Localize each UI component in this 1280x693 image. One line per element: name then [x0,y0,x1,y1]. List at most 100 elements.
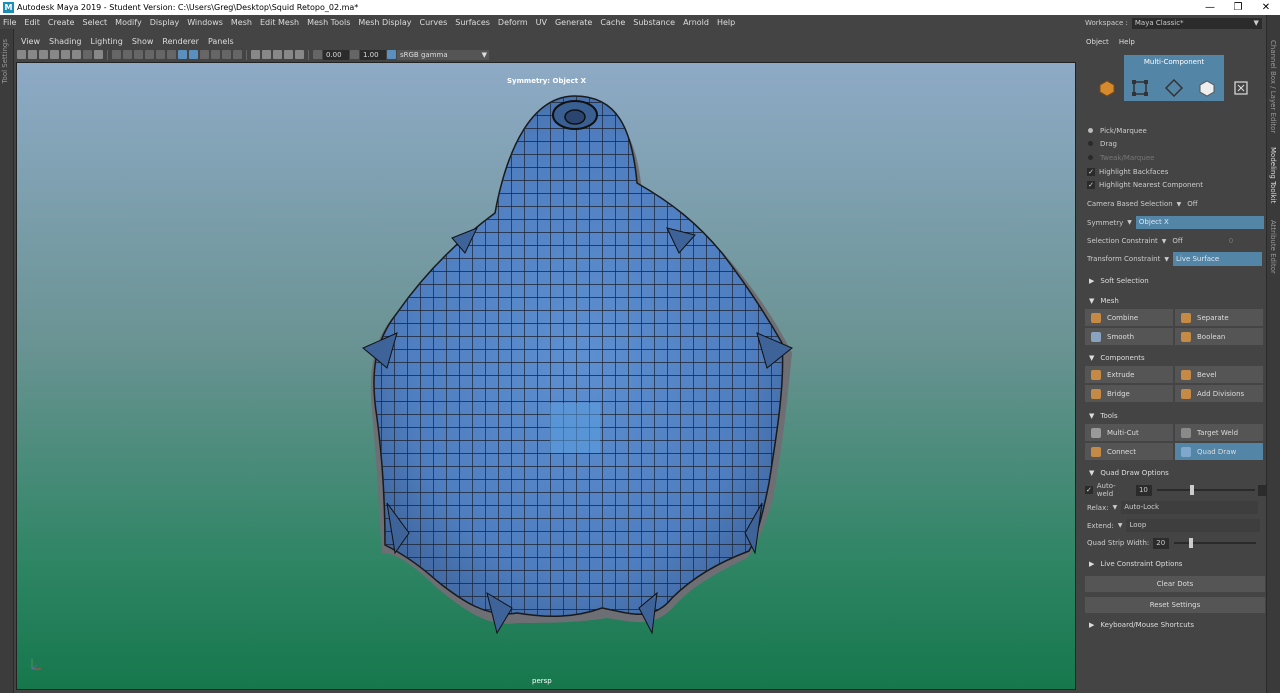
auto-weld-field[interactable]: 10 [1135,484,1152,496]
close-button[interactable]: ✕ [1252,0,1280,15]
boolean-button[interactable]: Boolean [1175,328,1263,345]
menu-arnold[interactable]: Arnold [683,18,709,27]
vp-menu-lighting[interactable]: Lighting [90,37,122,46]
auto-weld-reset-icon[interactable] [1258,484,1267,496]
menu-create[interactable]: Create [48,18,75,27]
menu-generate[interactable]: Generate [555,18,592,27]
attribute-editor-tab[interactable]: Attribute Editor [1269,220,1277,274]
uv-mode-icon[interactable] [1232,79,1250,97]
multi-cut-button[interactable]: Multi-Cut [1085,424,1173,441]
isolate-select-icon[interactable] [295,50,304,59]
menu-edit-mesh[interactable]: Edit Mesh [260,18,299,27]
gate-mask-icon[interactable] [94,50,103,59]
restore-button[interactable]: ❐ [1224,0,1252,15]
slider-handle[interactable] [1189,538,1194,548]
menu-mesh[interactable]: Mesh [231,18,252,27]
reset-settings-button[interactable]: Reset Settings [1085,597,1265,613]
chevron-down-icon[interactable]: ▼ [1118,522,1123,529]
xray-icon[interactable] [189,50,198,59]
menu-surfaces[interactable]: Surfaces [455,18,490,27]
exposure-field[interactable]: 0.00 [323,49,349,60]
select-camera-icon[interactable] [17,50,26,59]
workspace-dropdown[interactable]: Maya Classic* ▼ [1131,17,1262,29]
quad-draw-options-header[interactable]: ▼ Quad Draw Options [1085,466,1265,479]
image-plane-icon[interactable] [50,50,59,59]
safe-action-icon[interactable] [123,50,132,59]
highlight-nearest-checkbox[interactable]: ✓ [1087,180,1095,189]
menu-mesh-tools[interactable]: Mesh Tools [307,18,350,27]
add-divisions-button[interactable]: Add Divisions [1175,385,1263,402]
connect-button[interactable]: Connect [1085,443,1173,460]
vp-menu-show[interactable]: Show [132,37,154,46]
default-material-icon[interactable] [167,50,176,59]
bevel-button[interactable]: Bevel [1175,366,1263,383]
wireframe-icon[interactable] [145,50,154,59]
menu-curves[interactable]: Curves [419,18,447,27]
lights-icon[interactable] [222,50,231,59]
menu-modify[interactable]: Modify [115,18,142,27]
face-mode-icon[interactable] [1198,79,1216,97]
bridge-button[interactable]: Bridge [1085,385,1173,402]
extend-value[interactable]: Loop [1126,519,1261,532]
wireframe-on-shaded-icon[interactable] [178,50,187,59]
soft-selection-header[interactable]: ▶ Soft Selection [1085,274,1265,287]
safe-title-icon[interactable] [134,50,143,59]
motion-blur-icon[interactable] [262,50,271,59]
tweak-marquee-radio[interactable] [1088,155,1093,160]
tool-settings-strip[interactable]: Tool Settings [0,29,14,693]
highlight-backfaces-checkbox[interactable]: ✓ [1087,167,1095,176]
transform-constraint-field[interactable]: Live Surface [1172,252,1262,266]
camera-based-selection-value[interactable]: Off [1187,200,1197,208]
bookmark-icon[interactable] [39,50,48,59]
extrude-button[interactable]: Extrude [1085,366,1173,383]
field-chart-icon[interactable] [112,50,121,59]
vp-menu-shading[interactable]: Shading [49,37,82,46]
symmetry-field[interactable]: Object X [1135,216,1264,229]
antialiasing-icon[interactable] [273,50,282,59]
squid-mesh[interactable] [17,63,1076,690]
viewport-persp[interactable]: Symmetry: Object X persp [16,62,1076,690]
menu-cache[interactable]: Cache [600,18,625,27]
vp-menu-renderer[interactable]: Renderer [162,37,199,46]
quad-strip-width-slider[interactable] [1172,537,1258,549]
clear-dots-button[interactable]: Clear Dots [1085,576,1265,592]
menu-edit[interactable]: Edit [24,18,40,27]
menu-display[interactable]: Display [150,18,180,27]
gamma-field[interactable]: 1.00 [360,49,386,60]
ambient-occlusion-icon[interactable] [251,50,260,59]
minimize-button[interactable]: — [1196,0,1224,15]
menu-uv[interactable]: UV [536,18,547,27]
live-constraint-options-header[interactable]: ▶ Live Constraint Options [1085,557,1265,570]
auto-weld-checkbox[interactable]: ✓ [1085,486,1093,494]
keyboard-shortcuts-header[interactable]: ▶ Keyboard/Mouse Shortcuts [1085,618,1265,631]
chevron-down-icon[interactable]: ▼ [1164,256,1169,263]
lock-camera-icon[interactable] [28,50,37,59]
combine-button[interactable]: Combine [1085,309,1173,326]
menu-substance[interactable]: Substance [633,18,675,27]
vp-menu-view[interactable]: View [21,37,40,46]
toolkit-menu-help[interactable]: Help [1119,38,1135,46]
chevron-down-icon[interactable]: ▼ [1177,201,1182,208]
menu-select[interactable]: Select [82,18,107,27]
chevron-down-icon[interactable]: ▼ [1127,219,1132,226]
quad-strip-width-field[interactable]: 20 [1153,537,1170,549]
object-mode-icon[interactable] [1098,79,1116,97]
xray-joints-icon[interactable] [200,50,209,59]
menu-help[interactable]: Help [717,18,735,27]
vp-menu-panels[interactable]: Panels [208,37,234,46]
separate-button[interactable]: Separate [1175,309,1263,326]
target-weld-button[interactable]: Target Weld [1175,424,1263,441]
auto-weld-slider[interactable] [1155,484,1258,496]
modeling-toolkit-tab[interactable]: Modeling Toolkit [1269,147,1277,203]
chevron-down-icon[interactable]: ▼ [1113,504,1118,511]
depth-of-field-icon[interactable] [284,50,293,59]
chevron-down-icon[interactable]: ▼ [1162,238,1167,245]
relax-value[interactable]: Auto-Lock [1121,501,1259,514]
color-space-dropdown[interactable]: sRGB gamma ▼ [397,49,489,60]
channel-box-tab[interactable]: Channel Box / Layer Editor [1269,40,1277,133]
tools-section-header[interactable]: ▼ Tools [1085,409,1265,422]
selection-constraint-value[interactable]: Off [1172,237,1182,245]
shadows-icon[interactable] [233,50,242,59]
textured-icon[interactable] [211,50,220,59]
quad-draw-button[interactable]: Quad Draw [1175,443,1263,460]
